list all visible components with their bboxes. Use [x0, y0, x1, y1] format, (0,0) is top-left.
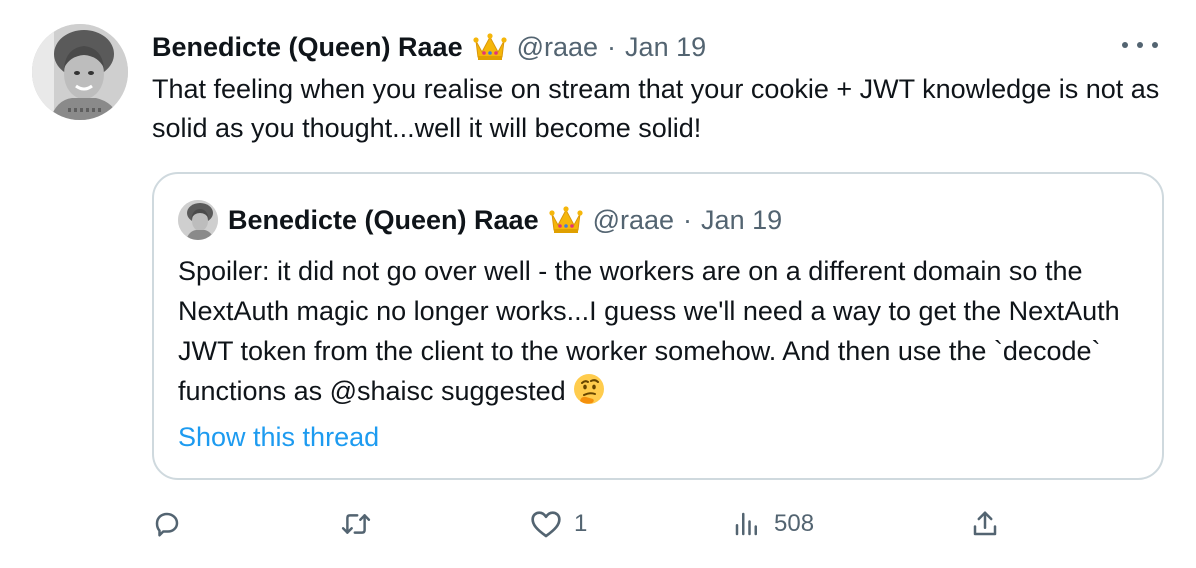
view-count: 508 — [774, 510, 815, 537]
quoted-author-name: Benedicte (Queen) Raae — [228, 205, 539, 235]
retweet-icon — [340, 509, 372, 539]
crown-emoji — [548, 205, 583, 235]
reply-button[interactable] — [152, 500, 194, 548]
quoted-tweet-header: Benedicte (Queen) Raae @raae · Jan 19 — [178, 200, 782, 240]
tweet-action-bar: 1 508 — [152, 500, 1012, 548]
quoted-tweet-card[interactable]: Benedicte (Queen) Raae @raae · Jan 19 Sp… — [152, 172, 1164, 480]
quoted-tweet-text-body: Spoiler: it did not go over well - the w… — [178, 256, 1120, 406]
quoted-author-handle: @raae — [592, 205, 675, 235]
author-name[interactable]: Benedicte (Queen) Raae — [152, 27, 463, 67]
share-icon — [970, 509, 1000, 539]
reply-icon — [152, 509, 182, 539]
show-thread-link[interactable]: Show this thread — [178, 417, 379, 457]
quoted-tweet-date: Jan 19 — [701, 205, 783, 235]
like-button[interactable]: 1 — [530, 500, 587, 548]
views-button[interactable]: 508 — [732, 500, 814, 548]
header-separator: · — [607, 32, 617, 62]
like-count: 1 — [574, 510, 588, 537]
more-icon[interactable] — [1122, 30, 1158, 60]
views-icon — [732, 509, 762, 539]
crown-emoji — [472, 32, 507, 62]
quoted-header-separator: · — [683, 205, 693, 235]
tweet-date[interactable]: Jan 19 — [625, 27, 706, 67]
author-avatar[interactable] — [32, 24, 128, 120]
thinking-emoji — [572, 372, 606, 406]
author-handle[interactable]: @raae — [517, 27, 598, 67]
tweet-header: Benedicte (Queen) Raae @raae · Jan 19 — [152, 27, 706, 67]
quoted-author-avatar — [178, 200, 218, 240]
tweet-text: That feeling when you realise on stream … — [152, 74, 1160, 143]
retweet-button[interactable] — [340, 500, 384, 548]
like-icon — [530, 509, 562, 539]
quoted-tweet-text: Spoiler: it did not go over well - the w… — [178, 251, 1148, 411]
share-button[interactable] — [970, 500, 1000, 548]
